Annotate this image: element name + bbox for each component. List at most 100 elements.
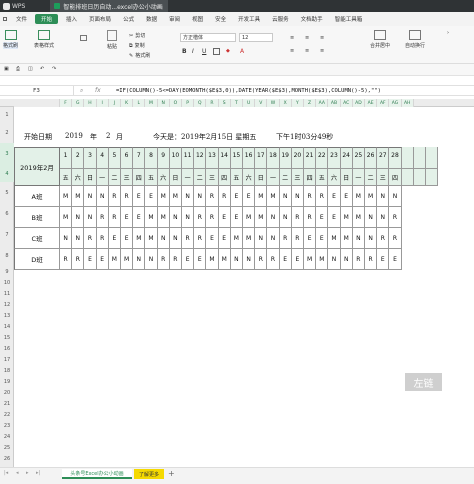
zoom-icon[interactable]: ⌕ xyxy=(80,87,83,95)
day-cell[interactable]: 5 xyxy=(108,147,121,169)
shift-value-cell[interactable]: N xyxy=(72,228,85,249)
shift-value-cell[interactable]: M xyxy=(243,207,256,228)
font-color-button[interactable]: A xyxy=(240,48,244,55)
preview-icon[interactable]: ◫ xyxy=(28,66,33,72)
day-cell[interactable]: 21 xyxy=(304,147,317,169)
shift-value-cell[interactable]: M xyxy=(352,186,365,207)
document-tab[interactable]: 智能排班日历自动...excel办公小动画 xyxy=(50,0,169,12)
row-header-cell[interactable]: 6 xyxy=(0,203,14,224)
shift-value-cell[interactable]: M xyxy=(145,207,158,228)
weekday-cell[interactable]: 一 xyxy=(352,169,365,186)
weekday-cell[interactable]: 日 xyxy=(340,169,353,186)
weekday-cell[interactable]: 六 xyxy=(328,169,341,186)
row-header-cell[interactable]: 14 xyxy=(0,321,14,332)
copy-button[interactable]: ⧉ 复制 xyxy=(129,42,145,50)
shift-value-cell[interactable]: R xyxy=(377,228,390,249)
column-header-cell[interactable]: K xyxy=(121,99,134,107)
row-header-cell[interactable]: 16 xyxy=(0,343,14,354)
weekday-cell[interactable]: 日 xyxy=(84,169,97,186)
cut-button[interactable]: ✂ 剪切 xyxy=(129,32,145,40)
shift-value-cell[interactable]: N xyxy=(84,207,97,228)
shift-value-cell[interactable]: N xyxy=(72,207,85,228)
day-cell[interactable]: 1 xyxy=(60,147,73,169)
day-cell[interactable]: 13 xyxy=(206,147,219,169)
shift-value-cell[interactable]: M xyxy=(60,207,73,228)
shift-value-cell[interactable]: E xyxy=(316,228,329,249)
menu-cloud[interactable]: 云服务 xyxy=(266,12,295,26)
row-header-cell[interactable]: 23 xyxy=(0,420,14,431)
shift-value-cell[interactable]: N xyxy=(267,228,280,249)
shift-value-cell[interactable]: R xyxy=(194,207,207,228)
shift-value-cell[interactable]: N xyxy=(255,228,268,249)
menu-insert[interactable]: 插入 xyxy=(60,12,83,26)
column-header-cell[interactable]: X xyxy=(279,99,292,107)
shift-value-cell[interactable]: R xyxy=(108,207,121,228)
merge-center-button[interactable]: 合并居中 xyxy=(370,30,390,49)
formula-input[interactable]: =IF(COLUMN()-5<=DAY(EOMONTH($E$3,0)),DAT… xyxy=(116,86,381,95)
weekday-cell[interactable]: 五 xyxy=(60,169,73,186)
sheet-last-icon[interactable]: ▸| xyxy=(36,470,40,476)
font-size-select[interactable]: 12 xyxy=(239,33,273,42)
row-header-cell[interactable]: 25 xyxy=(0,442,14,453)
shift-value-cell[interactable]: R xyxy=(96,207,109,228)
align-middle-button[interactable]: ≡ xyxy=(305,35,309,41)
shift-value-cell[interactable]: M xyxy=(157,186,170,207)
shift-value-cell[interactable]: E xyxy=(328,207,341,228)
table-style-button[interactable]: 表格样式 xyxy=(34,30,54,49)
day-cell[interactable]: 24 xyxy=(340,147,353,169)
menu-review[interactable]: 审阅 xyxy=(163,12,186,26)
undo-icon[interactable]: ↶ xyxy=(40,66,44,72)
row-header-cell[interactable]: 12 xyxy=(0,299,14,310)
day-cell[interactable]: 17 xyxy=(255,147,268,169)
shift-value-cell[interactable]: M xyxy=(255,207,268,228)
shift-value-cell[interactable]: N xyxy=(365,228,378,249)
sheet-prev-icon[interactable]: ◂ xyxy=(16,470,19,476)
column-header-cell[interactable]: AC xyxy=(340,99,353,107)
worksheet-grid[interactable]: 开始日期 2019 年 2 月 今天是：2019年2月15日 星期五 下午1时0… xyxy=(14,107,474,467)
wps-home-tab[interactable]: WPS xyxy=(0,0,28,12)
day-cell[interactable]: 11 xyxy=(182,147,195,169)
shift-value-cell[interactable]: N xyxy=(389,186,402,207)
column-header-cell[interactable]: AF xyxy=(377,99,390,107)
weekday-cell[interactable]: 五 xyxy=(316,169,329,186)
day-cell[interactable]: 14 xyxy=(218,147,231,169)
camera-button[interactable] xyxy=(80,35,89,41)
row-header-cell[interactable]: 26 xyxy=(0,453,14,464)
row-header-cell[interactable]: 4 xyxy=(0,165,14,182)
redo-icon[interactable]: ↷ xyxy=(52,66,56,72)
column-header-cell[interactable]: I xyxy=(96,99,109,107)
paste-button[interactable]: 粘贴 xyxy=(107,30,117,50)
column-header-cell[interactable]: N xyxy=(157,99,170,107)
row-header-cell[interactable]: 7 xyxy=(0,224,14,245)
weekday-cell[interactable]: 一 xyxy=(267,169,280,186)
shift-value-cell[interactable]: E xyxy=(206,228,219,249)
align-center-button[interactable]: ≡ xyxy=(305,48,309,54)
shift-value-cell[interactable]: M xyxy=(60,186,73,207)
shift-value-cell[interactable]: N xyxy=(169,207,182,228)
row-header-cell[interactable]: 18 xyxy=(0,365,14,376)
shift-value-cell[interactable]: R xyxy=(182,228,195,249)
shift-value-cell[interactable]: N xyxy=(352,228,365,249)
shift-value-cell[interactable]: E xyxy=(230,186,243,207)
sheet-tab-active[interactable]: 头条号Excel办公小动画 xyxy=(62,469,132,479)
shift-value-cell[interactable]: E xyxy=(218,207,231,228)
column-header-cell[interactable] xyxy=(14,99,60,107)
column-header-cell[interactable]: V xyxy=(255,99,268,107)
column-header-cell[interactable]: AE xyxy=(365,99,378,107)
menu-data[interactable]: 数据 xyxy=(140,12,163,26)
weekday-cell[interactable]: 四 xyxy=(218,169,231,186)
column-header-cell[interactable]: P xyxy=(182,99,195,107)
menu-home[interactable]: 开始 xyxy=(35,14,59,24)
day-cell[interactable]: 8 xyxy=(145,147,158,169)
column-header-cell[interactable]: Y xyxy=(291,99,304,107)
border-button[interactable] xyxy=(213,48,220,55)
shift-name-cell[interactable]: B班 xyxy=(14,207,60,228)
column-header-cell[interactable]: Q xyxy=(194,99,207,107)
weekday-cell[interactable]: 六 xyxy=(72,169,85,186)
function-icon[interactable]: fx xyxy=(95,87,101,94)
day-cell[interactable]: 25 xyxy=(352,147,365,169)
shift-value-cell[interactable]: N xyxy=(377,186,390,207)
empty-cell[interactable] xyxy=(401,147,414,169)
day-cell[interactable]: 4 xyxy=(96,147,109,169)
column-header-cell[interactable]: AA xyxy=(316,99,329,107)
